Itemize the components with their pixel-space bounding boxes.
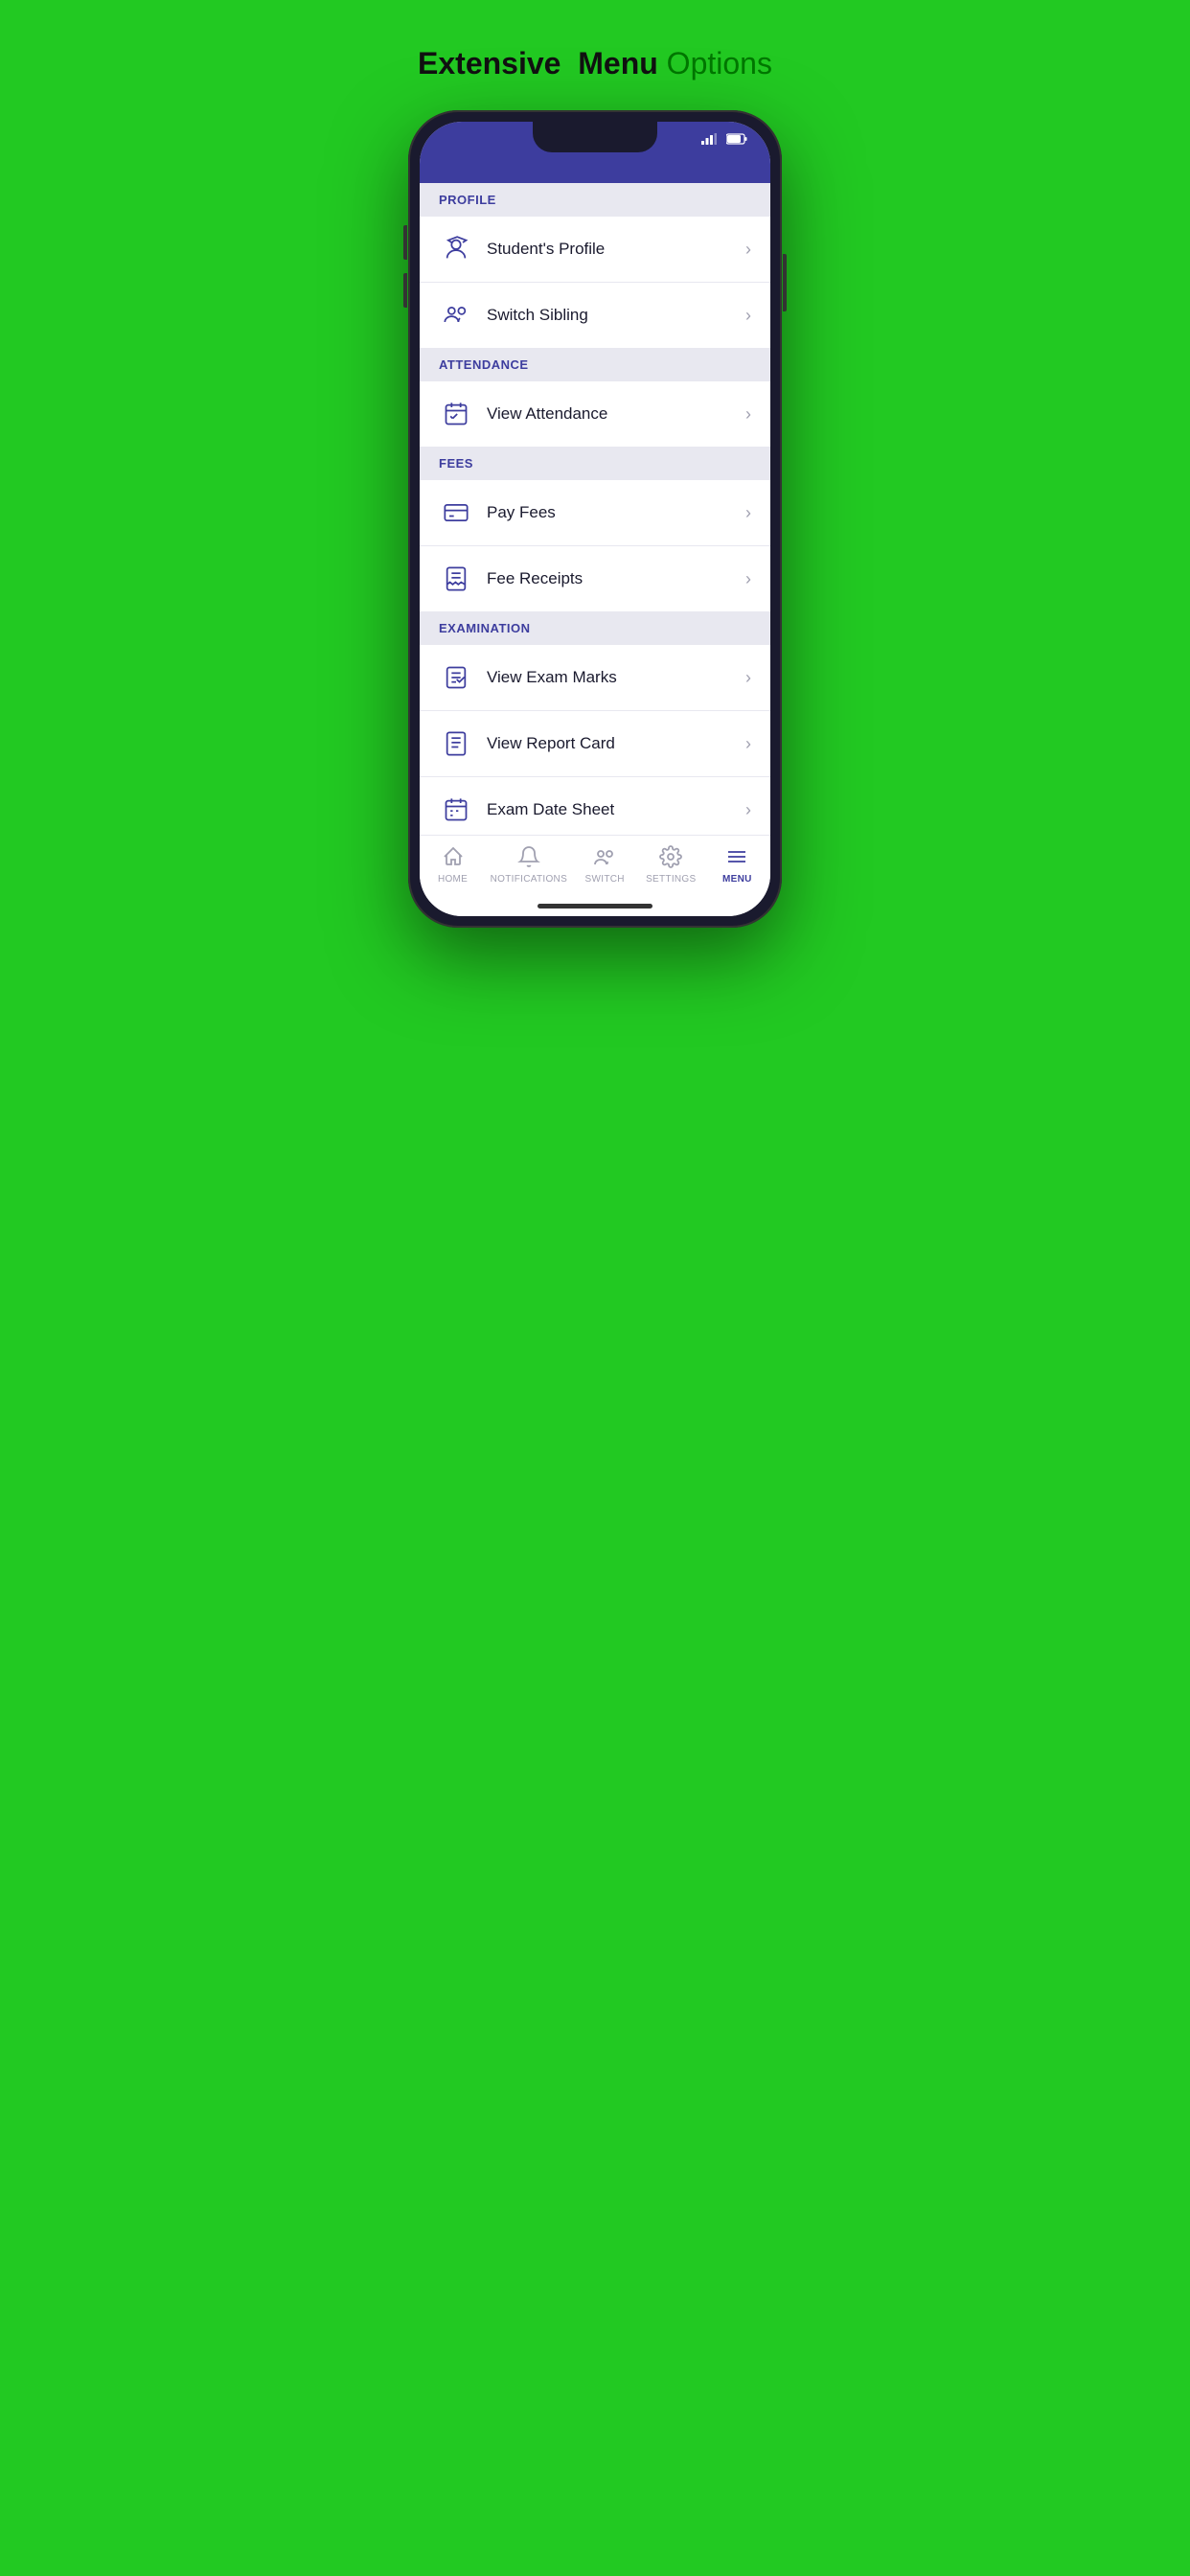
chevron-icon-switch-sibling: › xyxy=(745,306,751,326)
pay-fees-icon xyxy=(439,495,473,530)
nav-label-menu: MENU xyxy=(722,874,752,885)
chevron-icon-view-attendance: › xyxy=(745,404,751,425)
menu-label-exam-date-sheet: Exam Date Sheet xyxy=(487,800,745,819)
date-sheet-icon xyxy=(439,793,473,827)
subtitle-normal: Options xyxy=(658,46,772,80)
menu-item-exam-date-sheet[interactable]: Exam Date Sheet › xyxy=(420,777,770,835)
volume-up-button xyxy=(403,225,407,260)
nav-item-settings[interactable]: SETTINGS xyxy=(642,845,699,885)
menu-label-pay-fees: Pay Fees xyxy=(487,503,745,522)
home-bar xyxy=(538,904,652,908)
menu-label-students-profile: Student's Profile xyxy=(487,240,745,259)
menu-nav-icon xyxy=(725,845,748,871)
section-header-attendance: ATTENDANCE xyxy=(420,348,770,381)
chevron-icon-view-exam-marks: › xyxy=(745,668,751,688)
nav-label-home: HOME xyxy=(438,874,468,885)
chevron-icon-students-profile: › xyxy=(745,240,751,260)
menu-label-switch-sibling: Switch Sibling xyxy=(487,306,745,325)
settings-nav-icon xyxy=(659,845,682,871)
nav-item-switch[interactable]: SWITCH xyxy=(576,845,633,885)
menu-label-fee-receipts: Fee Receipts xyxy=(487,569,745,588)
menu-group-attendance: View Attendance › xyxy=(420,381,770,447)
nav-label-settings: SETTINGS xyxy=(646,874,696,885)
menu-item-pay-fees[interactable]: Pay Fees › xyxy=(420,480,770,546)
chevron-icon-view-report-card: › xyxy=(745,734,751,754)
phone-screen: PROFILE Student's Profile › Switch Sibli… xyxy=(420,122,770,916)
nav-item-home[interactable]: HOME xyxy=(424,845,482,885)
menu-label-view-attendance: View Attendance xyxy=(487,404,745,424)
menu-group-profile: Student's Profile › Switch Sibling › xyxy=(420,217,770,348)
section-header-profile: PROFILE xyxy=(420,183,770,217)
app-subtitle: Extensive Menu Options xyxy=(418,46,772,81)
home-nav-icon xyxy=(442,845,465,871)
subtitle-bold: Extensive Menu xyxy=(418,46,658,80)
menu-label-view-exam-marks: View Exam Marks xyxy=(487,668,745,687)
menu-label-view-report-card: View Report Card xyxy=(487,734,745,753)
nav-label-notifications: NOTIFICATIONS xyxy=(491,874,567,885)
signal-icon xyxy=(701,133,717,145)
chevron-icon-pay-fees: › xyxy=(745,503,751,523)
nav-item-notifications[interactable]: NOTIFICATIONS xyxy=(491,845,567,885)
app-header xyxy=(420,152,770,183)
menu-item-fee-receipts[interactable]: Fee Receipts › xyxy=(420,546,770,611)
home-indicator xyxy=(420,904,770,916)
switch-user-icon xyxy=(439,298,473,333)
menu-item-students-profile[interactable]: Student's Profile › xyxy=(420,217,770,283)
bell-nav-icon xyxy=(517,845,540,871)
notch xyxy=(533,122,657,152)
menu-group-fees: Pay Fees › Fee Receipts › xyxy=(420,480,770,611)
report-card-icon xyxy=(439,726,473,761)
switch-nav-icon xyxy=(593,845,616,871)
phone-frame: PROFILE Student's Profile › Switch Sibli… xyxy=(408,110,782,928)
nav-item-menu[interactable]: MENU xyxy=(708,845,766,885)
power-button xyxy=(783,254,787,311)
status-icons xyxy=(701,133,747,145)
menu-item-view-exam-marks[interactable]: View Exam Marks › xyxy=(420,645,770,711)
battery-icon xyxy=(726,133,747,145)
bottom-navigation: HOME NOTIFICATIONS SWITCH SETTINGS MENU xyxy=(420,835,770,904)
status-bar xyxy=(420,122,770,152)
chevron-icon-exam-date-sheet: › xyxy=(745,800,751,820)
menu-item-view-report-card[interactable]: View Report Card › xyxy=(420,711,770,777)
menu-group-examination: View Exam Marks › View Report Card › Exa… xyxy=(420,645,770,835)
section-header-examination: EXAMINATION xyxy=(420,611,770,645)
user-student-icon xyxy=(439,232,473,266)
section-header-fees: FEES xyxy=(420,447,770,480)
nav-label-switch: SWITCH xyxy=(585,874,625,885)
headline: Extensive Menu Options xyxy=(418,38,772,81)
menu-scroll-content: PROFILE Student's Profile › Switch Sibli… xyxy=(420,183,770,835)
exam-marks-icon xyxy=(439,660,473,695)
receipt-icon xyxy=(439,562,473,596)
volume-down-button xyxy=(403,273,407,308)
chevron-icon-fee-receipts: › xyxy=(745,569,751,589)
menu-item-view-attendance[interactable]: View Attendance › xyxy=(420,381,770,447)
menu-item-switch-sibling[interactable]: Switch Sibling › xyxy=(420,283,770,348)
attendance-icon xyxy=(439,397,473,431)
